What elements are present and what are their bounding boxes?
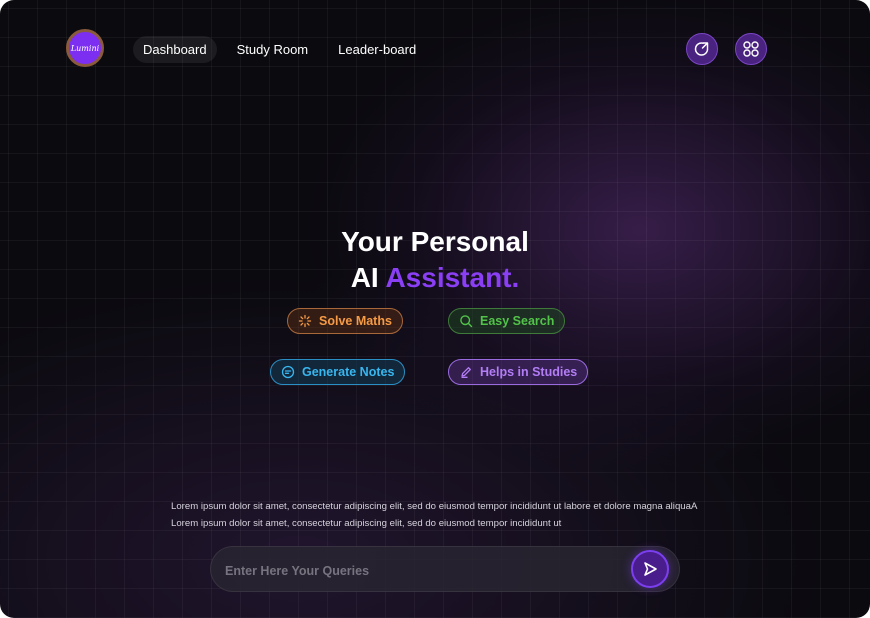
chip-helps-in-studies[interactable]: Helps in Studies [448,359,589,385]
hero-line-2-prefix: AI [350,262,379,293]
spinner-icon [298,314,312,328]
chip-solve-maths[interactable]: Solve Maths [287,308,403,334]
pencil-icon [459,365,473,379]
query-bar [210,546,680,592]
refresh-button[interactable] [686,33,718,65]
search-icon [459,314,473,328]
refresh-arrow-icon [694,42,709,56]
chip-label: Solve Maths [319,314,392,328]
chip-label: Easy Search [480,314,555,328]
chip-easy-search[interactable]: Easy Search [448,308,566,334]
hero-line-2: AI Assistant. [0,260,870,296]
chip-generate-notes[interactable]: Generate Notes [270,359,406,385]
description-text: Lorem ipsum dolor sit amet, consectetur … [171,498,697,532]
query-input[interactable] [223,559,627,583]
grid-apps-icon [743,41,759,57]
nav-item-dashboard[interactable]: Dashboard [133,35,217,63]
hero-heading: Your Personal AI Assistant. [0,224,870,296]
brand-logo[interactable]: Lumini [66,29,104,67]
nav-item-leader-board[interactable]: Leader-board [328,36,426,63]
description-line-2: Lorem ipsum dolor sit amet, consectetur … [171,518,562,529]
top-nav: Dashboard Study Room Leader-board [133,35,436,63]
chip-label: Generate Notes [302,365,395,379]
chip-label: Helps in Studies [480,365,578,379]
apps-button[interactable] [735,33,767,65]
send-icon [644,562,657,576]
hero-line-1: Your Personal [341,226,529,257]
app-window: Lumini Dashboard Study Room Leader-board… [0,0,870,618]
nav-item-study-room[interactable]: Study Room [227,36,319,63]
send-button[interactable] [631,550,669,588]
notes-icon [281,365,295,379]
description-line-1: Lorem ipsum dolor sit amet, consectetur … [171,501,698,512]
hero-line-2-accent: Assistant. [385,262,520,293]
brand-logo-text: Lumini [70,43,100,53]
